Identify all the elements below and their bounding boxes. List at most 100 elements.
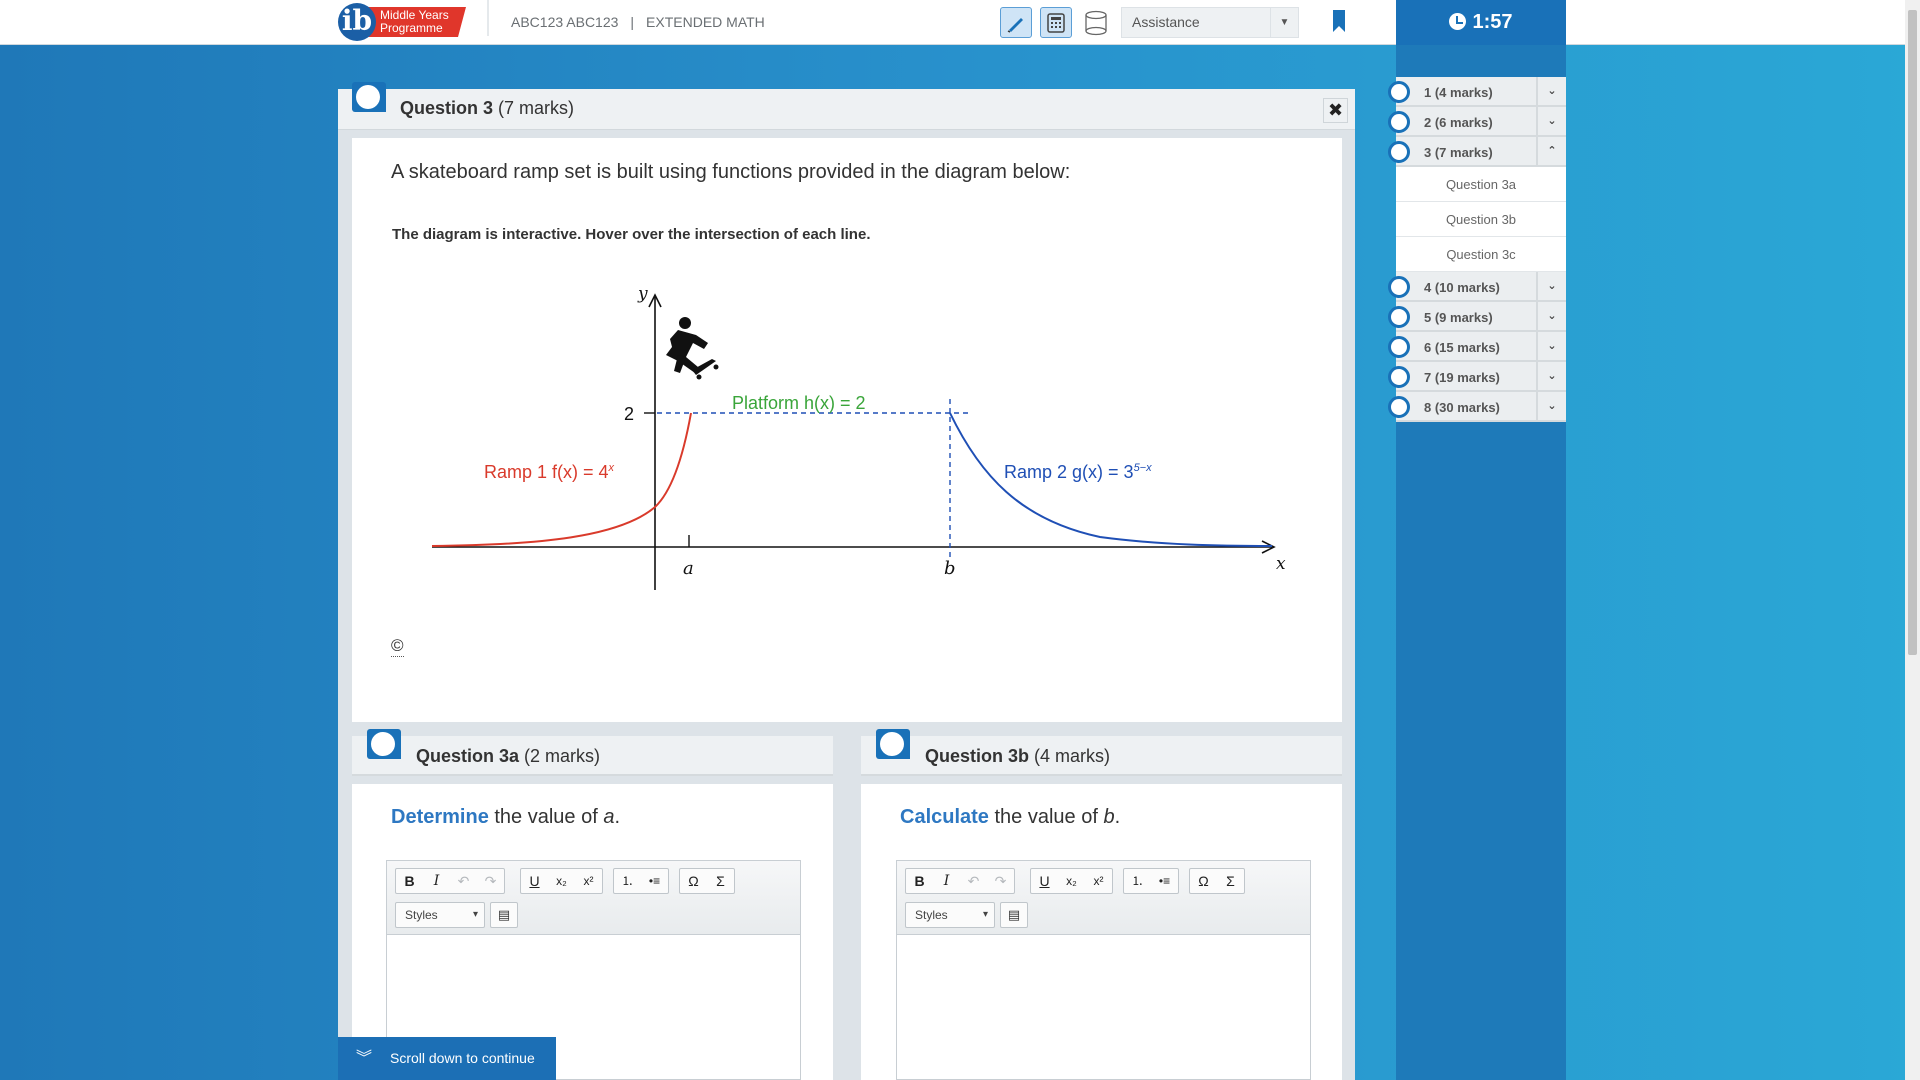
nav-label: 6 (15 marks) xyxy=(1424,340,1500,355)
x-axis-label: x xyxy=(1276,554,1286,574)
chevron-down-icon[interactable]: ⌄ xyxy=(1536,392,1566,420)
nav-question-3a[interactable]: Question 3a xyxy=(1396,167,1566,202)
symbol-group: Ω Σ xyxy=(679,868,735,894)
chevron-down-icon[interactable]: ⌄ xyxy=(1536,332,1566,360)
list-group: ⒈ •≡ xyxy=(1123,868,1179,894)
subscript-button[interactable]: x₂ xyxy=(548,869,575,893)
sigma-button[interactable]: Σ xyxy=(1217,869,1244,893)
nav-question-7[interactable]: 7 (19 marks) ⌄ xyxy=(1388,362,1566,392)
x-tick-label-b: b xyxy=(944,558,956,579)
status-circle-icon xyxy=(1388,366,1410,388)
nav-question-4[interactable]: 4 (10 marks) ⌄ xyxy=(1388,272,1566,302)
question-3b-prompt: Calculate the value of b. xyxy=(900,806,1120,829)
scroll-down-button[interactable]: ︾ Scroll down to continue xyxy=(338,1037,556,1080)
chevron-down-icon[interactable]: ⌄ xyxy=(1536,77,1566,105)
ib-logo: Middle Years Programme ib xyxy=(338,3,468,41)
ramp-diagram[interactable]: y x 2 a b Platform h(x) = 2 Ramp 1 f(x) … xyxy=(420,275,1300,605)
underline-button[interactable]: U xyxy=(1031,869,1058,893)
undo-button[interactable]: ↶ xyxy=(450,869,477,893)
calculator-button[interactable] xyxy=(1040,7,1072,38)
ramp-2-label: Ramp 2 g(x) = 35−x xyxy=(1004,462,1152,482)
calculator-icon xyxy=(1047,12,1065,33)
ramp-1-label: Ramp 1 f(x) = 4x xyxy=(484,462,615,482)
logo-line2: Programme xyxy=(380,21,443,35)
status-circle-icon xyxy=(1388,336,1410,358)
course-info: ABC123 ABC123 | EXTENDED MATH xyxy=(511,14,765,30)
source-button[interactable]: ▤ xyxy=(490,902,518,928)
prompt-text: the value of xyxy=(488,806,604,828)
chevron-up-icon[interactable]: ⌃ xyxy=(1536,137,1566,165)
undo-button[interactable]: ↶ xyxy=(960,869,987,893)
chevron-down-icon[interactable]: ⌄ xyxy=(1536,302,1566,330)
nav-question-1[interactable]: 1 (4 marks) ⌄ xyxy=(1388,77,1566,107)
answer-editor-3b[interactable]: B I ↶ ↷ U x₂ x² ⒈ •≡ Ω Σ Styles ▤ xyxy=(896,860,1311,1080)
nav-label: 7 (19 marks) xyxy=(1424,370,1500,385)
platform-label: Platform h(x) = 2 xyxy=(732,393,866,413)
nav-question-3c[interactable]: Question 3c xyxy=(1396,237,1566,272)
assistance-dropdown[interactable]: Assistance ▼ xyxy=(1121,7,1299,38)
nav-label: 4 (10 marks) xyxy=(1424,280,1500,295)
nav-question-5[interactable]: 5 (9 marks) ⌄ xyxy=(1388,302,1566,332)
question-3b-status-icon xyxy=(876,729,910,759)
cylinder-tool-button[interactable] xyxy=(1080,7,1112,38)
numbered-list-button[interactable]: ⒈ xyxy=(1124,869,1151,893)
question-title-text: Question 3 xyxy=(400,98,494,118)
symbol-group: Ω Σ xyxy=(1189,868,1245,894)
clock-icon xyxy=(1449,13,1467,30)
nav-question-2[interactable]: 2 (6 marks) ⌄ xyxy=(1388,107,1566,137)
ramp-1-exponent: x xyxy=(608,462,615,474)
pen-tool-button[interactable] xyxy=(1000,7,1032,38)
close-button[interactable]: ✖ xyxy=(1323,98,1348,123)
underline-button[interactable]: U xyxy=(521,869,548,893)
question-status-icon xyxy=(352,82,386,112)
superscript-button[interactable]: x² xyxy=(1085,869,1112,893)
interactive-note: The diagram is interactive. Hover over t… xyxy=(392,226,871,243)
bullet-list-button[interactable]: •≡ xyxy=(641,869,668,893)
sub-b-title-text: Question 3b xyxy=(925,746,1030,766)
source-button[interactable]: ▤ xyxy=(1000,902,1028,928)
nav-question-8[interactable]: 8 (30 marks) ⌄ xyxy=(1388,392,1566,422)
omega-button[interactable]: Ω xyxy=(1190,869,1217,893)
superscript-button[interactable]: x² xyxy=(575,869,602,893)
chevron-down-icon[interactable]: ⌄ xyxy=(1536,272,1566,300)
italic-button[interactable]: I xyxy=(933,869,960,893)
subscript-button[interactable]: x₂ xyxy=(1058,869,1085,893)
prompt-end: . xyxy=(1114,806,1121,828)
bold-button[interactable]: B xyxy=(396,869,423,893)
sigma-button[interactable]: Σ xyxy=(707,869,734,893)
numbered-list-button[interactable]: ⒈ xyxy=(614,869,641,893)
styles-dropdown[interactable]: Styles xyxy=(905,902,995,928)
ramp-1-text: Ramp 1 f(x) = 4 xyxy=(484,462,609,482)
nav-question-3[interactable]: 3 (7 marks) ⌃ xyxy=(1388,137,1566,167)
pen-icon xyxy=(1007,17,1023,33)
styles-dropdown[interactable]: Styles xyxy=(395,902,485,928)
course-name: EXTENDED MATH xyxy=(646,14,765,30)
chevron-down-icon[interactable]: ⌄ xyxy=(1536,107,1566,135)
bookmark-button[interactable] xyxy=(1332,10,1346,37)
bullet-list-button[interactable]: •≡ xyxy=(1151,869,1178,893)
prompt-variable: a xyxy=(603,806,615,828)
format-group: B I ↶ ↷ xyxy=(395,868,505,894)
omega-button[interactable]: Ω xyxy=(680,869,707,893)
nav-label: 8 (30 marks) xyxy=(1424,400,1500,415)
nav-label: 3 (7 marks) xyxy=(1424,145,1493,160)
course-code: ABC123 ABC123 xyxy=(511,14,619,30)
scrollbar-thumb[interactable] xyxy=(1908,10,1917,655)
redo-button[interactable]: ↷ xyxy=(477,869,504,893)
script-group: U x₂ x² xyxy=(520,868,603,894)
y-axis-label: y xyxy=(637,284,648,304)
nav-question-3b[interactable]: Question 3b xyxy=(1396,202,1566,237)
bold-button[interactable]: B xyxy=(906,869,933,893)
nav-question-6[interactable]: 6 (15 marks) ⌄ xyxy=(1388,332,1566,362)
double-chevron-down-icon: ︾ xyxy=(356,1050,372,1067)
copyright-link[interactable]: © xyxy=(391,636,404,657)
skateboarder-icon xyxy=(666,317,719,380)
chevron-down-icon[interactable]: ⌄ xyxy=(1536,362,1566,390)
question-3-title: Question 3 (7 marks) xyxy=(400,98,574,119)
redo-button[interactable]: ↷ xyxy=(987,869,1014,893)
assistance-label: Assistance xyxy=(1132,14,1200,30)
status-circle-icon xyxy=(1388,141,1410,163)
italic-button[interactable]: I xyxy=(423,869,450,893)
nav-label: 2 (6 marks) xyxy=(1424,115,1493,130)
logo-ribbon: Middle Years Programme xyxy=(366,7,466,37)
